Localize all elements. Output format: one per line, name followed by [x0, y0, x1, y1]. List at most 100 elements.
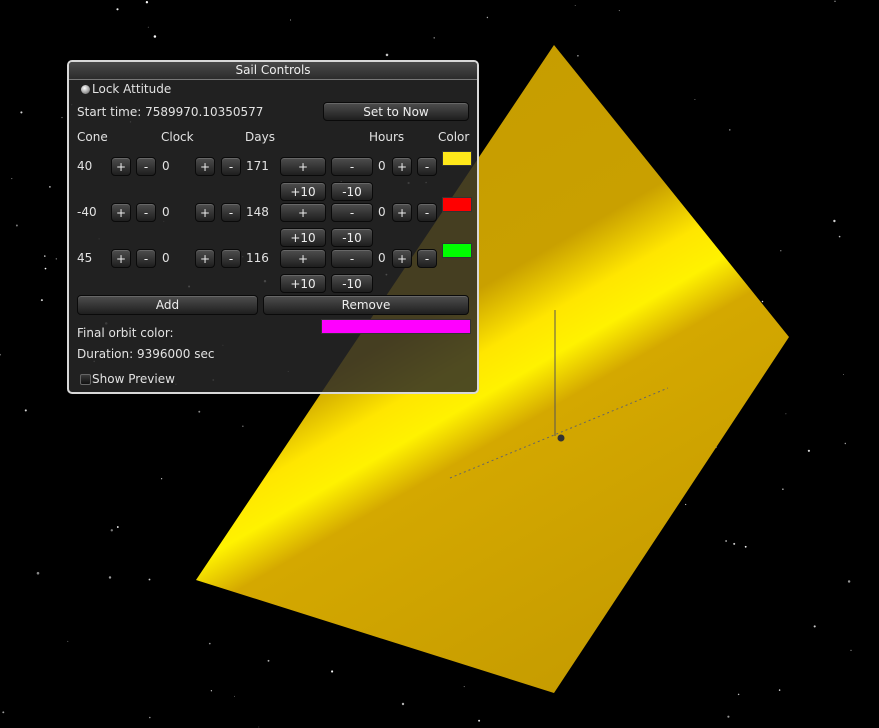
row-3-hours-plus-button[interactable]: +: [392, 249, 412, 268]
row-1-days-plus-button[interactable]: +: [280, 157, 326, 176]
star: [401, 702, 405, 706]
row-2-cone-plus-button[interactable]: +: [111, 203, 131, 222]
row-3-hours-minus-button[interactable]: -: [417, 249, 437, 268]
star: [67, 640, 69, 642]
row-2-days-minus10-button[interactable]: -10: [331, 228, 373, 247]
star: [108, 576, 112, 579]
row-1-color-swatch[interactable]: [442, 151, 472, 166]
set-to-now-button[interactable]: Set to Now: [323, 102, 469, 121]
row-3-clock-value: 0: [162, 251, 170, 265]
star: [761, 300, 764, 303]
star: [850, 649, 852, 652]
row-3-days-value: 116: [246, 251, 269, 265]
lock-attitude-radio[interactable]: [80, 84, 91, 95]
row-1-clock-value: 0: [162, 159, 170, 173]
star: [2, 711, 5, 714]
row-3-days-minus-button[interactable]: -: [331, 249, 373, 268]
row-2-clock-plus-button[interactable]: +: [195, 203, 215, 222]
show-preview-label: Show Preview: [92, 372, 175, 386]
row-3-days-minus10-button[interactable]: -10: [331, 274, 373, 293]
star: [433, 37, 435, 39]
star: [782, 488, 784, 490]
row-2-days-plus10-button[interactable]: +10: [280, 228, 326, 247]
row-3-cone-minus-button[interactable]: -: [136, 249, 156, 268]
star: [725, 540, 727, 542]
star: [40, 299, 43, 302]
row-3-clock-minus-button[interactable]: -: [221, 249, 241, 268]
row-3-days-plus-button[interactable]: +: [280, 249, 326, 268]
row-1-cone-value: 40: [77, 159, 93, 173]
star: [834, 0, 836, 2]
star: [24, 409, 27, 412]
row-2-clock-value: 0: [162, 205, 170, 219]
row-2-hours-minus-button[interactable]: -: [417, 203, 437, 222]
row-3-cone-plus-button[interactable]: +: [111, 249, 131, 268]
row-2-clock-minus-button[interactable]: -: [221, 203, 241, 222]
row-1-days-plus10-button[interactable]: +10: [280, 182, 326, 201]
hours-header: Hours: [369, 130, 405, 144]
star: [778, 689, 781, 691]
star: [55, 258, 57, 260]
duration-label: Duration: 9396000 sec: [77, 347, 215, 361]
row-2-color-swatch[interactable]: [442, 197, 472, 212]
star: [242, 425, 244, 427]
lock-attitude-label: Lock Attitude: [92, 82, 172, 96]
row-1-cone-minus-button[interactable]: -: [136, 157, 156, 176]
star: [744, 545, 747, 548]
star: [15, 224, 18, 227]
star: [267, 659, 270, 662]
star: [844, 442, 846, 445]
row-2-hours-value: 0: [378, 205, 386, 219]
row-2-days-minus-button[interactable]: -: [331, 203, 373, 222]
star: [61, 117, 63, 119]
star: [577, 54, 579, 57]
row-3-cone-value: 45: [77, 251, 93, 265]
star: [110, 529, 113, 532]
row-1-hours-plus-button[interactable]: +: [392, 157, 412, 176]
row-2-hours-plus-button[interactable]: +: [392, 203, 412, 222]
star: [210, 690, 213, 692]
star: [463, 686, 465, 688]
star: [385, 53, 389, 57]
panel-title[interactable]: Sail Controls: [69, 62, 477, 80]
row-2-cone-minus-button[interactable]: -: [136, 203, 156, 222]
row-1-days-minus10-button[interactable]: -10: [331, 182, 373, 201]
final-orbit-color-swatch[interactable]: [321, 319, 471, 334]
row-3-clock-plus-button[interactable]: +: [195, 249, 215, 268]
star: [813, 625, 816, 628]
final-orbit-color-label: Final orbit color:: [77, 326, 174, 340]
row-1-days-minus-button[interactable]: -: [331, 157, 373, 176]
star: [574, 5, 576, 7]
star: [116, 526, 119, 528]
row-1-clock-plus-button[interactable]: +: [195, 157, 215, 176]
star: [780, 250, 782, 252]
row-3-color-swatch[interactable]: [442, 243, 472, 258]
row-1-hours-minus-button[interactable]: -: [417, 157, 437, 176]
days-header: Days: [245, 130, 275, 144]
row-2-days-plus-button[interactable]: +: [280, 203, 326, 222]
add-button[interactable]: Add: [77, 295, 258, 315]
show-preview-checkbox[interactable]: [80, 374, 91, 385]
star: [116, 8, 119, 11]
row-1-clock-minus-button[interactable]: -: [221, 157, 241, 176]
star: [153, 35, 157, 38]
star: [11, 178, 13, 180]
sail-controls-panel: Sail Controls Lock Attitude Start time: …: [67, 60, 479, 394]
star: [478, 719, 481, 722]
star: [618, 10, 620, 12]
row-3-days-plus10-button[interactable]: +10: [280, 274, 326, 293]
star: [145, 1, 149, 4]
clock-header: Clock: [161, 130, 194, 144]
remove-button[interactable]: Remove: [263, 295, 469, 315]
star: [44, 267, 47, 270]
star: [807, 449, 811, 452]
spacecraft-marker: [557, 434, 565, 442]
star: [694, 98, 696, 101]
cone-header: Cone: [77, 130, 108, 144]
star: [208, 642, 211, 645]
star: [838, 235, 841, 238]
row-3-hours-value: 0: [378, 251, 386, 265]
star: [486, 16, 489, 19]
row-1-cone-plus-button[interactable]: +: [111, 157, 131, 176]
star: [733, 542, 736, 545]
